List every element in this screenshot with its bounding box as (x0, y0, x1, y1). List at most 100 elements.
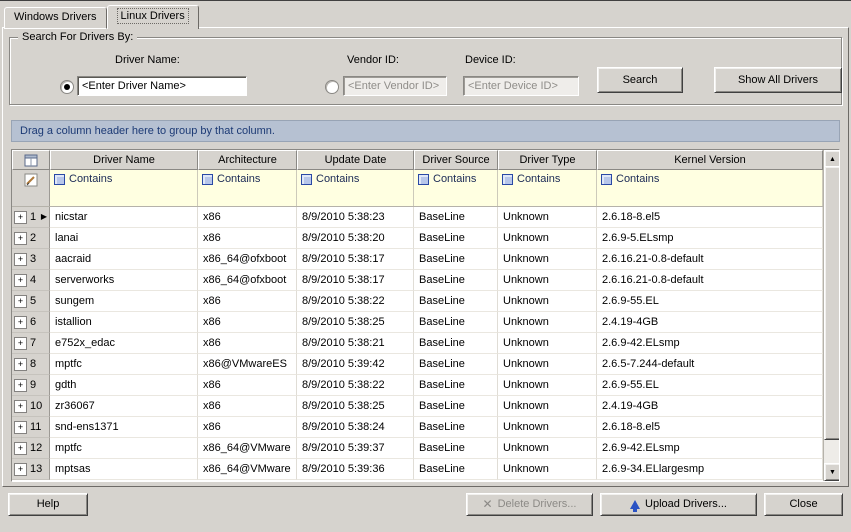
table-row[interactable]: +1▶nicstarx868/9/2010 5:38:23BaseLineUnk… (12, 207, 823, 228)
cell-driver-source[interactable]: BaseLine (414, 291, 498, 312)
cell-driver-name[interactable]: nicstar (50, 207, 198, 228)
cell-driver-name[interactable]: e752x_edac (50, 333, 198, 354)
cell-driver-source[interactable]: BaseLine (414, 459, 498, 480)
column-header-driver-type[interactable]: Driver Type (498, 150, 597, 170)
cell-kernel-version[interactable]: 2.6.9-5.ELsmp (597, 228, 823, 249)
cell-driver-name[interactable]: aacraid (50, 249, 198, 270)
show-all-drivers-button[interactable]: Show All Drivers (714, 67, 842, 93)
vendor-id-input[interactable] (343, 76, 447, 96)
expand-icon[interactable]: + (14, 463, 27, 476)
cell-driver-type[interactable]: Unknown (498, 396, 597, 417)
expand-icon[interactable]: + (14, 337, 27, 350)
cell-update-date[interactable]: 8/9/2010 5:38:23 (297, 207, 414, 228)
cell-update-date[interactable]: 8/9/2010 5:39:42 (297, 354, 414, 375)
row-gutter[interactable]: +10 (12, 396, 50, 417)
select-all-header-cell[interactable] (12, 150, 50, 170)
cell-kernel-version[interactable]: 2.6.9-42.ELsmp (597, 438, 823, 459)
cell-driver-source[interactable]: BaseLine (414, 207, 498, 228)
cell-architecture[interactable]: x86_64@VMware (198, 438, 297, 459)
row-gutter[interactable]: +12 (12, 438, 50, 459)
driver-name-radio[interactable] (60, 80, 74, 94)
cell-update-date[interactable]: 8/9/2010 5:38:17 (297, 249, 414, 270)
cell-architecture[interactable]: x86 (198, 312, 297, 333)
column-header-kernel-version[interactable]: Kernel Version (597, 150, 823, 170)
cell-driver-source[interactable]: BaseLine (414, 438, 498, 459)
cell-driver-type[interactable]: Unknown (498, 354, 597, 375)
cell-driver-type[interactable]: Unknown (498, 438, 597, 459)
device-id-input[interactable] (463, 76, 579, 96)
filter-cell-driver-name[interactable]: Contains (50, 170, 198, 206)
cell-kernel-version[interactable]: 2.6.16.21-0.8-default (597, 270, 823, 291)
table-row[interactable]: +6istallionx868/9/2010 5:38:25BaseLineUn… (12, 312, 823, 333)
delete-drivers-button[interactable]: ✕ Delete Drivers... (466, 493, 593, 516)
group-by-panel[interactable]: Drag a column header here to group by th… (11, 120, 840, 142)
column-header-update-date[interactable]: Update Date (297, 150, 414, 170)
cell-kernel-version[interactable]: 2.6.9-42.ELsmp (597, 333, 823, 354)
table-row[interactable]: +8mptfcx86@VMwareES8/9/2010 5:39:42BaseL… (12, 354, 823, 375)
expand-icon[interactable]: + (14, 358, 27, 371)
column-header-driver-name[interactable]: Driver Name (50, 150, 198, 170)
cell-kernel-version[interactable]: 2.4.19-4GB (597, 396, 823, 417)
filter-condition-icon[interactable] (54, 174, 65, 185)
scroll-down-button[interactable]: ▼ (824, 463, 840, 481)
cell-driver-type[interactable]: Unknown (498, 249, 597, 270)
cell-update-date[interactable]: 8/9/2010 5:39:37 (297, 438, 414, 459)
filter-cell-update-date[interactable]: Contains (297, 170, 414, 206)
tab-linux-drivers[interactable]: Linux Drivers (107, 5, 199, 29)
cell-driver-name[interactable]: mptfc (50, 438, 198, 459)
vendor-id-radio[interactable] (325, 80, 339, 94)
cell-driver-type[interactable]: Unknown (498, 375, 597, 396)
cell-update-date[interactable]: 8/9/2010 5:38:22 (297, 375, 414, 396)
cell-update-date[interactable]: 8/9/2010 5:38:25 (297, 312, 414, 333)
column-header-architecture[interactable]: Architecture (198, 150, 297, 170)
cell-architecture[interactable]: x86 (198, 375, 297, 396)
cell-architecture[interactable]: x86 (198, 396, 297, 417)
cell-update-date[interactable]: 8/9/2010 5:38:24 (297, 417, 414, 438)
filter-condition-icon[interactable] (418, 174, 429, 185)
cell-architecture[interactable]: x86_64@ofxboot (198, 270, 297, 291)
cell-driver-source[interactable]: BaseLine (414, 228, 498, 249)
cell-driver-name[interactable]: serverworks (50, 270, 198, 291)
row-gutter[interactable]: +2 (12, 228, 50, 249)
cell-driver-name[interactable]: lanai (50, 228, 198, 249)
cell-kernel-version[interactable]: 2.4.19-4GB (597, 312, 823, 333)
cell-driver-name[interactable]: zr36067 (50, 396, 198, 417)
cell-kernel-version[interactable]: 2.6.9-55.EL (597, 375, 823, 396)
expand-icon[interactable]: + (14, 442, 27, 455)
driver-name-input[interactable] (77, 76, 247, 96)
expand-icon[interactable]: + (14, 211, 27, 224)
cell-update-date[interactable]: 8/9/2010 5:38:22 (297, 291, 414, 312)
scrollbar-thumb[interactable] (824, 166, 840, 440)
table-row[interactable]: +12mptfcx86_64@VMware8/9/2010 5:39:37Bas… (12, 438, 823, 459)
table-row[interactable]: +10zr36067x868/9/2010 5:38:25BaseLineUnk… (12, 396, 823, 417)
help-button[interactable]: Help (8, 493, 88, 516)
expand-icon[interactable]: + (14, 316, 27, 329)
row-gutter[interactable]: +8 (12, 354, 50, 375)
cell-update-date[interactable]: 8/9/2010 5:38:25 (297, 396, 414, 417)
cell-kernel-version[interactable]: 2.6.18-8.el5 (597, 417, 823, 438)
cell-driver-name[interactable]: snd-ens1371 (50, 417, 198, 438)
cell-kernel-version[interactable]: 2.6.18-8.el5 (597, 207, 823, 228)
expand-icon[interactable]: + (14, 421, 27, 434)
search-button[interactable]: Search (597, 67, 683, 93)
cell-kernel-version[interactable]: 2.6.5-7.244-default (597, 354, 823, 375)
cell-kernel-version[interactable]: 2.6.16.21-0.8-default (597, 249, 823, 270)
table-row[interactable]: +11snd-ens1371x868/9/2010 5:38:24BaseLin… (12, 417, 823, 438)
filter-cell-driver-source[interactable]: Contains (414, 170, 498, 206)
cell-driver-name[interactable]: mptsas (50, 459, 198, 480)
table-row[interactable]: +7e752x_edacx868/9/2010 5:38:21BaseLineU… (12, 333, 823, 354)
cell-driver-source[interactable]: BaseLine (414, 270, 498, 291)
cell-architecture[interactable]: x86 (198, 291, 297, 312)
cell-driver-type[interactable]: Unknown (498, 270, 597, 291)
expand-icon[interactable]: + (14, 295, 27, 308)
cell-update-date[interactable]: 8/9/2010 5:38:20 (297, 228, 414, 249)
table-row[interactable]: +2lanaix868/9/2010 5:38:20BaseLineUnknow… (12, 228, 823, 249)
filter-condition-icon[interactable] (601, 174, 612, 185)
row-gutter[interactable]: +13 (12, 459, 50, 480)
cell-kernel-version[interactable]: 2.6.9-55.EL (597, 291, 823, 312)
table-row[interactable]: +13mptsasx86_64@VMware8/9/2010 5:39:36Ba… (12, 459, 823, 480)
row-gutter[interactable]: +6 (12, 312, 50, 333)
row-gutter[interactable]: +1▶ (12, 207, 50, 228)
cell-kernel-version[interactable]: 2.6.9-34.ELlargesmp (597, 459, 823, 480)
row-gutter[interactable]: +11 (12, 417, 50, 438)
